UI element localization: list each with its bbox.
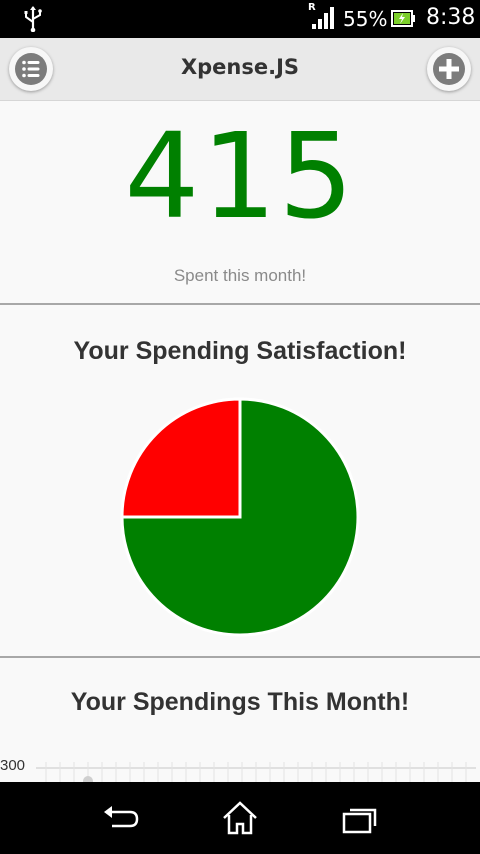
- total-spent-amount: 415: [124, 107, 356, 245]
- satisfaction-title: Your Spending Satisfaction!: [73, 337, 407, 365]
- usb-icon: [24, 6, 42, 32]
- app-header: Xpense.JS: [0, 38, 480, 101]
- clock: 8:38: [426, 5, 476, 30]
- y-axis-tick-label: 300: [0, 757, 26, 774]
- signal-icon: [312, 7, 334, 29]
- home-icon[interactable]: [218, 798, 262, 838]
- add-button[interactable]: [427, 47, 471, 91]
- recent-apps-icon[interactable]: [338, 798, 382, 838]
- app-title: Xpense.JS: [180, 55, 300, 79]
- battery-charging-icon: [391, 10, 415, 27]
- total-spent-caption: Spent this month!: [173, 266, 307, 285]
- satisfaction-pie-chart: [120, 397, 360, 637]
- section-divider: [0, 303, 480, 305]
- monthly-total-section: 415 Spent this month!: [0, 101, 480, 304]
- section-divider: [0, 656, 480, 658]
- monthly-spendings-chart: [36, 762, 476, 782]
- add-icon: [439, 59, 459, 79]
- pie-slice: [120, 397, 242, 519]
- battery-percent: 55%: [343, 7, 388, 31]
- back-icon[interactable]: [100, 798, 144, 838]
- monthly-spendings-title: Your Spendings This Month!: [70, 688, 410, 716]
- status-bar: R 55% 8:38: [0, 0, 480, 38]
- navigation-bar: [0, 782, 480, 854]
- content-area: 415 Spent this month! Your Spending Sati…: [0, 101, 480, 782]
